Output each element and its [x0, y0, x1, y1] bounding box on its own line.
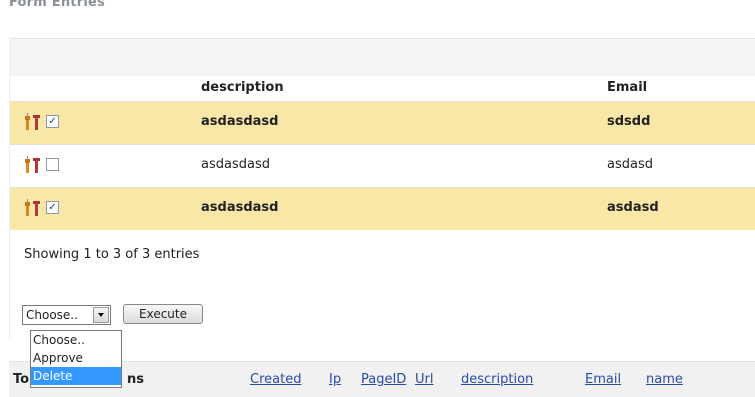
column-link-name[interactable]: name — [646, 372, 683, 387]
entries-panel: description Email ✓ asdasdasd sdsdd asda… — [9, 38, 755, 339]
row-checkbox[interactable] — [46, 158, 59, 171]
check-mark-icon: ✓ — [48, 116, 57, 127]
column-link-pageid[interactable]: PageID — [361, 372, 406, 387]
tools-icon[interactable] — [25, 113, 41, 131]
row-checkbox[interactable]: ✓ — [46, 115, 59, 128]
cell-email: asdasd — [607, 200, 659, 215]
page-title: Form Entries — [9, 0, 105, 10]
column-link-url[interactable]: Url — [415, 372, 433, 387]
cell-description: asdasdasd — [201, 157, 270, 172]
cell-description: asdasdasd — [201, 114, 279, 129]
columns-label-end: ns — [127, 372, 144, 387]
column-link-created[interactable]: Created — [250, 372, 301, 387]
cell-description: asdasdasd — [201, 200, 279, 215]
check-mark-icon: ✓ — [48, 202, 57, 213]
column-link-description[interactable]: description — [461, 372, 533, 387]
panel-header-band — [10, 39, 755, 76]
chevron-down-icon[interactable] — [93, 307, 109, 323]
showing-entries-text: Showing 1 to 3 of 3 entries — [24, 247, 200, 262]
execute-button[interactable]: Execute — [123, 304, 203, 324]
table-row[interactable]: ✓ asdasdasd asdasd — [10, 187, 755, 230]
select-value: Choose.. — [26, 308, 78, 322]
columns-label-start: To — [13, 372, 30, 387]
dropdown-option-approve[interactable]: Approve — [31, 349, 121, 367]
table-row[interactable]: asdasdasd asdasd — [10, 144, 755, 187]
tools-icon[interactable] — [25, 199, 41, 217]
cell-email: sdsdd — [607, 114, 651, 129]
cell-email: asdasd — [607, 157, 653, 172]
column-link-ip[interactable]: Ip — [329, 372, 341, 387]
row-checkbox[interactable]: ✓ — [46, 201, 59, 214]
tools-icon[interactable] — [25, 156, 41, 174]
dropdown-option-delete[interactable]: Delete — [31, 367, 121, 385]
header-description[interactable]: description — [201, 80, 284, 95]
bulk-action-dropdown: Choose.. Approve Delete — [30, 330, 122, 388]
dropdown-option-choose[interactable]: Choose.. — [31, 331, 121, 349]
bulk-action-select[interactable]: Choose.. — [22, 305, 111, 325]
table-row[interactable]: ✓ asdasdasd sdsdd — [10, 101, 755, 144]
header-email[interactable]: Email — [607, 80, 647, 95]
column-link-email[interactable]: Email — [585, 372, 621, 387]
